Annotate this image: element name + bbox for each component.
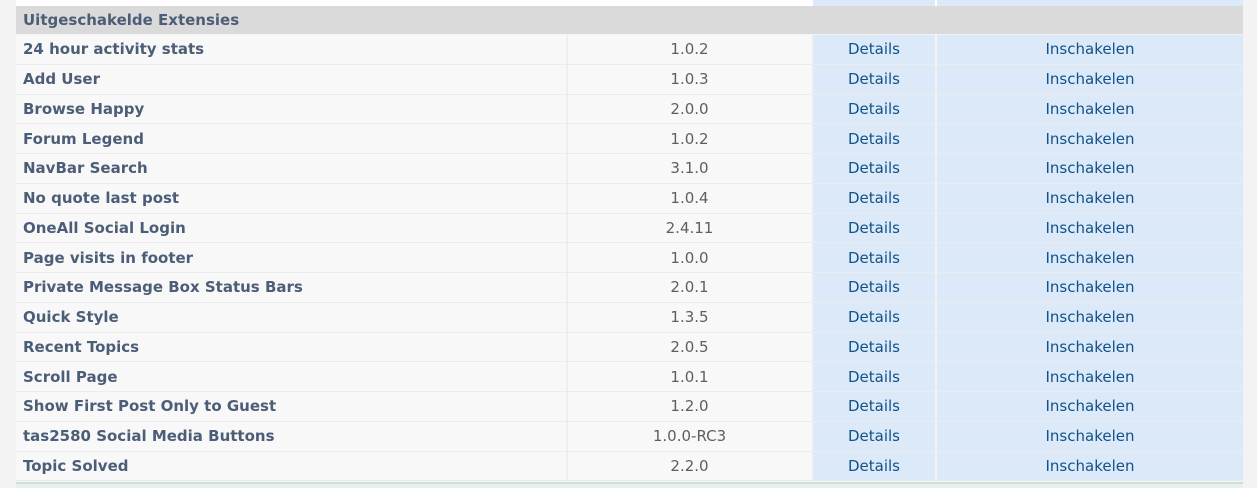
details-link[interactable]: Details (813, 183, 935, 213)
extension-row: Quick Style 1.3.5 Details Inschakelen (16, 302, 1243, 333)
extension-row: Topic Solved 2.2.0 Details Inschakelen (16, 451, 1243, 482)
extension-name: Browse Happy (16, 94, 566, 124)
extension-version: 2.2.0 (567, 451, 811, 481)
extension-version: 1.0.1 (567, 362, 811, 391)
extension-row: 24 hour activity stats 1.0.2 Details Inscha… (16, 35, 1243, 65)
details-link[interactable]: Details (813, 451, 935, 481)
extension-name: Private Message Box Status Bars (16, 273, 566, 302)
extension-row: Private Message Box Status Bars 2.0.1 Deta… (16, 273, 1243, 303)
extension-row: Scroll Page 1.0.1 Details Inschakelen (16, 362, 1243, 392)
extension-name: Scroll Page (16, 362, 566, 391)
details-link[interactable]: Details (813, 362, 935, 391)
extension-row: Page visits in footer 1.0.0 Details Inschak… (16, 243, 1243, 273)
enable-link[interactable]: Inschakelen (937, 183, 1243, 213)
details-link[interactable]: Details (813, 302, 935, 332)
enable-link[interactable]: Inschakelen (937, 154, 1243, 183)
details-link[interactable]: Details (813, 154, 935, 183)
extension-version: 1.0.3 (567, 64, 811, 94)
extension-version: 1.3.5 (567, 302, 811, 332)
details-link[interactable]: Details (813, 64, 935, 94)
enable-link[interactable]: Inschakelen (937, 451, 1243, 481)
extension-name: Topic Solved (16, 451, 566, 481)
extension-name: Forum Legend (16, 124, 566, 153)
enable-link[interactable]: Inschakelen (937, 213, 1243, 243)
extension-name: OneAll Social Login (16, 213, 566, 243)
extension-rows: 24 hour activity stats 1.0.2 Details Inscha… (16, 35, 1243, 482)
extension-name: Show First Post Only to Guest (16, 392, 566, 421)
extension-version: 2.0.1 (567, 273, 811, 302)
extension-name: No quote last post (16, 183, 566, 213)
extension-version: 3.1.0 (567, 154, 811, 183)
extension-version: 2.4.11 (567, 213, 811, 243)
extension-row: Show First Post Only to Guest 1.2.0 Detail… (16, 392, 1243, 422)
extension-row: tas2580 Social Media Buttons 1.0.0-RC3 Det… (16, 421, 1243, 452)
extension-version: 1.0.4 (567, 183, 811, 213)
extension-name: Add User (16, 64, 566, 94)
extension-row: No quote last post 1.0.4 Details Inschakele… (16, 183, 1243, 214)
details-link[interactable]: Details (813, 124, 935, 153)
enable-link[interactable]: Inschakelen (937, 332, 1243, 362)
details-link[interactable]: Details (813, 243, 935, 272)
enable-link[interactable]: Inschakelen (937, 124, 1243, 153)
details-link[interactable]: Details (813, 273, 935, 302)
extensions-table: Uitgeschakelde Extensies 24 hour activit… (16, 0, 1243, 488)
extension-name: tas2580 Social Media Buttons (16, 421, 566, 451)
enable-link[interactable]: Inschakelen (937, 362, 1243, 391)
enable-link[interactable]: Inschakelen (937, 64, 1243, 94)
enable-link[interactable]: Inschakelen (937, 302, 1243, 332)
enable-link[interactable]: Inschakelen (937, 94, 1243, 124)
enable-link[interactable]: Inschakelen (937, 392, 1243, 421)
extension-name: NavBar Search (16, 154, 566, 183)
extension-version: 1.0.2 (567, 124, 811, 153)
extension-row: Add User 1.0.3 Details Inschakelen (16, 64, 1243, 95)
enable-link[interactable]: Inschakelen (937, 421, 1243, 451)
extension-version: 1.0.0-RC3 (567, 421, 811, 451)
table-bottom-border (16, 482, 1243, 488)
details-link[interactable]: Details (813, 421, 935, 451)
details-link[interactable]: Details (813, 392, 935, 421)
extension-version: 2.0.5 (567, 332, 811, 362)
extension-name: Quick Style (16, 302, 566, 332)
extension-version: 1.2.0 (567, 392, 811, 421)
extension-name: Recent Topics (16, 332, 566, 362)
extension-row: NavBar Search 3.1.0 Details Inschakelen (16, 154, 1243, 184)
extension-row: Browse Happy 2.0.0 Details Inschakelen (16, 94, 1243, 125)
extension-row: OneAll Social Login 2.4.11 Details Inschake… (16, 213, 1243, 244)
extension-version: 2.0.0 (567, 94, 811, 124)
details-link[interactable]: Details (813, 332, 935, 362)
enable-link[interactable]: Inschakelen (937, 243, 1243, 272)
extension-name: 24 hour activity stats (16, 35, 566, 64)
section-header-disabled-extensions: Uitgeschakelde Extensies (16, 6, 1243, 34)
extension-row: Forum Legend 1.0.2 Details Inschakelen (16, 124, 1243, 154)
extension-row: Recent Topics 2.0.5 Details Inschakelen (16, 332, 1243, 363)
extension-version: 1.0.2 (567, 35, 811, 64)
details-link[interactable]: Details (813, 213, 935, 243)
extension-name: Page visits in footer (16, 243, 566, 272)
enable-link[interactable]: Inschakelen (937, 35, 1243, 64)
details-link[interactable]: Details (813, 94, 935, 124)
enable-link[interactable]: Inschakelen (937, 273, 1243, 302)
extension-version: 1.0.0 (567, 243, 811, 272)
details-link[interactable]: Details (813, 35, 935, 64)
